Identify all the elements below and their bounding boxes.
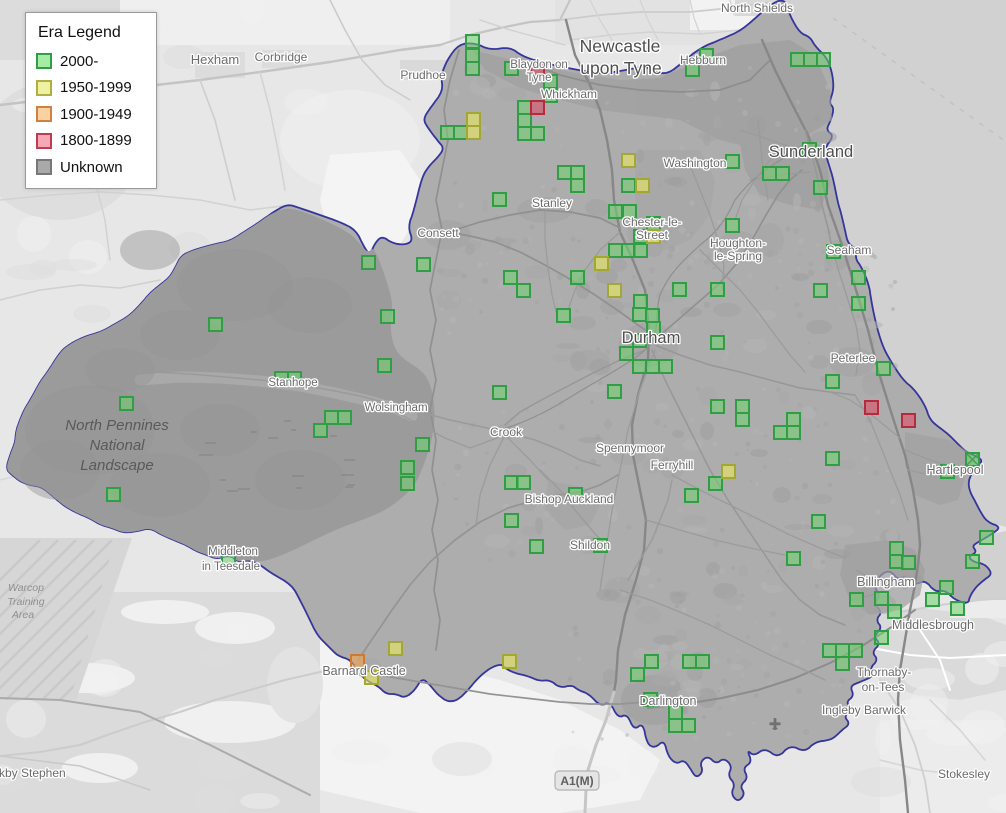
svg-text:Hartlepool: Hartlepool — [927, 463, 984, 477]
svg-text:Bishop Auckland: Bishop Auckland — [525, 492, 614, 506]
svg-text:Ferryhill: Ferryhill — [651, 458, 694, 472]
svg-text:Chester-le-: Chester-le- — [622, 215, 681, 229]
svg-text:Ingleby Barwick: Ingleby Barwick — [822, 703, 907, 717]
svg-text:Houghton-: Houghton- — [710, 236, 766, 250]
svg-text:Darlington: Darlington — [640, 694, 697, 708]
svg-text:Landscape: Landscape — [80, 457, 153, 474]
svg-text:Blaydon on: Blaydon on — [510, 59, 568, 71]
svg-text:Prudhoe: Prudhoe — [400, 68, 446, 82]
svg-text:North Pennines: North Pennines — [65, 417, 169, 434]
svg-text:Peterlee: Peterlee — [831, 351, 876, 365]
svg-text:Shildon: Shildon — [570, 538, 610, 552]
svg-text:Durham: Durham — [622, 329, 681, 347]
svg-text:Tyne: Tyne — [527, 72, 552, 84]
svg-text:le-Spring: le-Spring — [714, 249, 762, 263]
svg-text:Hebburn: Hebburn — [680, 53, 726, 67]
svg-text:Seaham: Seaham — [827, 243, 872, 257]
svg-text:Barnard Castle: Barnard Castle — [322, 664, 405, 678]
svg-text:on-Tees: on-Tees — [862, 680, 905, 694]
svg-text:Middleton: Middleton — [208, 546, 258, 558]
svg-text:Billingham: Billingham — [857, 575, 915, 589]
svg-text:Kirkby Stephen: Kirkby Stephen — [0, 766, 66, 780]
svg-text:Crook: Crook — [490, 425, 523, 439]
svg-text:Consett: Consett — [417, 226, 459, 240]
svg-text:Spennymoor: Spennymoor — [596, 441, 664, 455]
svg-text:National: National — [89, 437, 145, 454]
svg-text:Washington: Washington — [664, 156, 727, 170]
svg-text:Training: Training — [7, 596, 44, 608]
svg-text:Whickham: Whickham — [541, 87, 597, 101]
svg-text:Stanhope: Stanhope — [268, 377, 317, 389]
svg-text:Sunderland: Sunderland — [769, 143, 853, 161]
svg-text:Stanley: Stanley — [532, 196, 572, 210]
svg-text:Stokesley: Stokesley — [938, 767, 990, 781]
svg-text:Street: Street — [636, 228, 669, 242]
svg-text:Middlesbrough: Middlesbrough — [892, 618, 974, 632]
svg-text:Newcastle: Newcastle — [580, 36, 661, 56]
svg-text:A1(M): A1(M) — [560, 774, 593, 788]
svg-text:North Shields: North Shields — [721, 1, 793, 15]
svg-text:in Teesdale: in Teesdale — [202, 561, 260, 573]
svg-text:Thornaby-: Thornaby- — [857, 665, 912, 679]
svg-text:Warcop: Warcop — [8, 582, 44, 594]
svg-text:Hexham: Hexham — [191, 52, 239, 67]
svg-text:Area: Area — [11, 609, 34, 621]
svg-text:Wolsingham: Wolsingham — [364, 402, 427, 414]
svg-text:Corbridge: Corbridge — [255, 50, 308, 64]
svg-text:upon Tyne: upon Tyne — [580, 58, 661, 78]
